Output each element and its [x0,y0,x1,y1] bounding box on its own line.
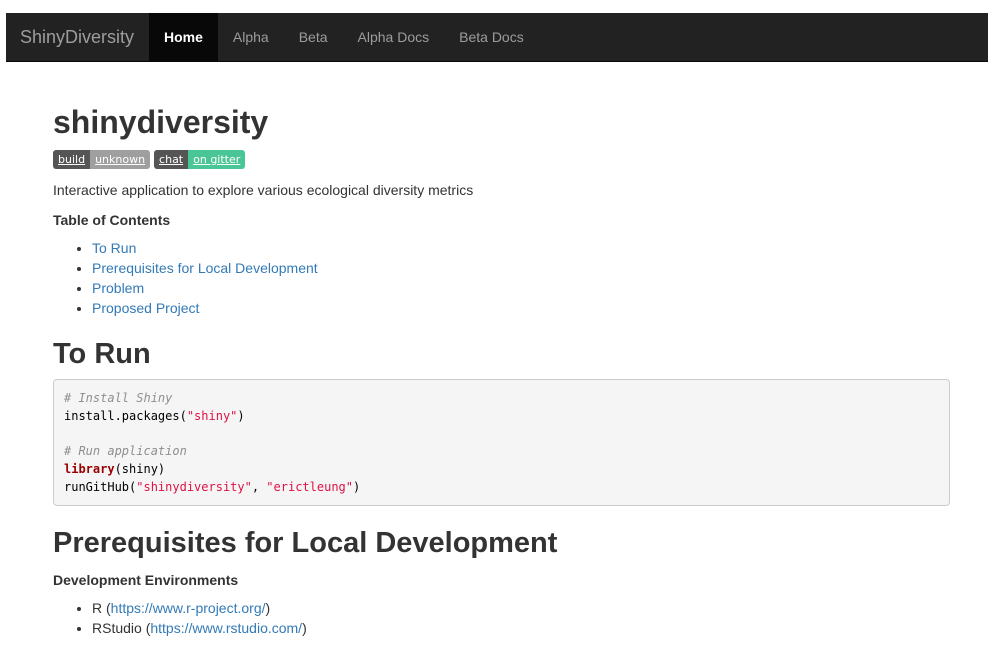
toc-link-prerequisites[interactable]: Prerequisites for Local Development [92,260,318,276]
nav-link-alpha[interactable]: Alpha [218,13,284,61]
code-block[interactable]: # Install Shiny install.packages("shiny"… [53,379,950,506]
nav-item-beta: Beta [284,13,343,61]
toc-link-problem[interactable]: Problem [92,280,144,296]
toc-item: Problem [92,278,318,298]
nav-item-alpha: Alpha [218,13,284,61]
toc-link-to-run[interactable]: To Run [92,240,136,256]
nav-item-alpha-docs: Alpha Docs [343,13,445,61]
code-text: runGitHub( [64,479,137,494]
env-name: RStudio ( [92,620,151,636]
toc-item: To Run [92,238,318,258]
code-comment: # Install Shiny [64,391,173,405]
code-text: ) [237,408,245,423]
badge-row: build unknown chat on gitter [53,150,246,169]
chat-gitter-badge[interactable]: chat on gitter [154,150,246,169]
nav-link-alpha-docs[interactable]: Alpha Docs [343,13,445,61]
code-string: "shiny" [186,408,238,423]
prerequisites-heading: Prerequisites for Local Development [53,527,558,559]
r-project-link[interactable]: https://www.r-project.org/ [111,600,266,616]
env-close: ) [302,620,307,636]
code-text: install.packages( [64,408,187,423]
badge-label: chat [154,150,189,169]
code-text: (shiny) [114,461,166,476]
brand-link[interactable]: ShinyDiversity [20,13,134,62]
badge-value: unknown [90,150,151,169]
navbar: ShinyDiversity Home Alpha Beta Alpha Doc… [6,13,988,62]
code-text: ) [353,479,361,494]
env-name: R ( [92,600,111,616]
toc-link-proposed-project[interactable]: Proposed Project [92,300,199,316]
nav-link-home[interactable]: Home [149,13,218,61]
code-string: "erictleung" [266,479,353,494]
page-title: shinydiversity [53,104,269,140]
table-of-contents: To Run Prerequisites for Local Developme… [53,238,318,318]
dev-environments-heading: Development Environments [53,572,239,588]
project-description: Interactive application to explore vario… [53,182,474,198]
env-close: ) [265,600,271,616]
nav-link-beta[interactable]: Beta [284,13,343,61]
to-run-heading: To Run [53,338,151,370]
dev-environment-list: R (https://www.r-project.org/) RStudio (… [53,598,307,638]
build-status-badge[interactable]: build unknown [53,150,151,169]
code-text: , [251,479,267,494]
nav-item-home: Home [149,13,218,61]
nav-menu: Home Alpha Beta Alpha Docs Beta Docs [149,13,539,61]
code-string: "shinydiversity" [136,479,252,494]
nav-link-beta-docs[interactable]: Beta Docs [444,13,539,61]
badge-label: build [53,150,91,169]
list-item: R (https://www.r-project.org/) [92,598,307,618]
code-comment: # Run application [64,444,187,459]
toc-item: Proposed Project [92,298,318,318]
toc-item: Prerequisites for Local Development [92,258,318,278]
rstudio-link[interactable]: https://www.rstudio.com/ [150,620,302,636]
toc-heading: Table of Contents [53,212,171,228]
list-item: RStudio (https://www.rstudio.com/) [92,618,307,638]
code-keyword: library [64,461,115,476]
nav-item-beta-docs: Beta Docs [444,13,539,61]
badge-value: on gitter [188,150,246,169]
